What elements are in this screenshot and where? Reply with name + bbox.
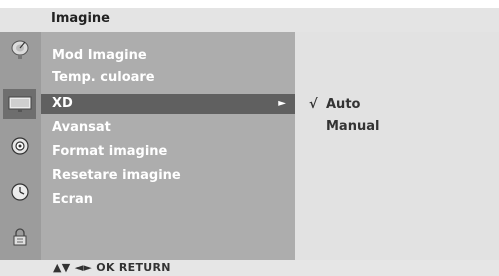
category-setup[interactable] bbox=[3, 34, 36, 64]
xd-submenu: √ Auto Manual bbox=[295, 32, 499, 260]
menu-title: Imagine bbox=[51, 11, 110, 26]
clock-icon bbox=[10, 183, 29, 201]
picture-menu: Mod Imagine Temp. culoare XD ► Avansat F… bbox=[41, 32, 295, 260]
satellite-dish-icon bbox=[11, 40, 28, 59]
menu-item-avansat[interactable]: Avansat bbox=[41, 118, 295, 138]
option-label: Auto bbox=[326, 97, 361, 112]
navigation-hint-bar: ▲▼ ◄► OK RETURN bbox=[0, 260, 499, 276]
navigation-hint: ▲▼ ◄► OK RETURN bbox=[53, 261, 171, 274]
check-icon: √ bbox=[309, 97, 318, 112]
speaker-icon bbox=[10, 137, 29, 155]
tv-picture-icon bbox=[8, 96, 31, 112]
menu-item-label: XD bbox=[52, 96, 73, 111]
menu-item-temp-culoare[interactable]: Temp. culoare bbox=[41, 68, 295, 88]
menu-item-label: Format imagine bbox=[52, 144, 168, 159]
title-bar: Imagine bbox=[0, 8, 499, 32]
menu-item-format-imagine[interactable]: Format imagine bbox=[41, 142, 295, 162]
menu-item-label: Resetare imagine bbox=[52, 168, 181, 183]
category-audio[interactable] bbox=[3, 131, 36, 161]
menu-item-label: Avansat bbox=[52, 120, 111, 135]
menu-item-xd[interactable]: XD ► bbox=[41, 94, 295, 114]
menu-item-label: Ecran bbox=[52, 192, 94, 207]
menu-item-ecran[interactable]: Ecran bbox=[41, 190, 295, 210]
option-label: Manual bbox=[326, 119, 380, 134]
category-lock[interactable] bbox=[3, 222, 36, 252]
menu-item-label: Temp. culoare bbox=[52, 70, 155, 85]
menu-item-resetare-imagine[interactable]: Resetare imagine bbox=[41, 166, 295, 186]
menu-item-mod-imagine[interactable]: Mod Imagine bbox=[41, 46, 295, 66]
category-time[interactable] bbox=[3, 177, 36, 207]
category-picture[interactable] bbox=[3, 89, 36, 119]
menu-item-label: Mod Imagine bbox=[52, 48, 147, 63]
category-icon-column bbox=[0, 32, 41, 260]
submenu-arrow-icon: ► bbox=[278, 98, 286, 109]
lock-icon bbox=[13, 228, 26, 246]
